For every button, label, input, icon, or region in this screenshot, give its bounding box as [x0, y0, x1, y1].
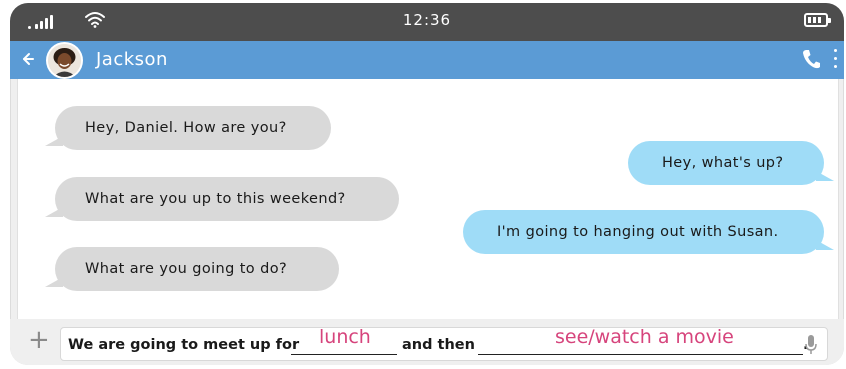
sentence-part-1: We are going to meet up for	[68, 337, 300, 353]
more-vertical-icon[interactable]	[834, 49, 838, 73]
chat-area: Hey, Daniel. How are you? Hey, what's up…	[17, 79, 839, 319]
answer-2: see/watch a movie	[555, 326, 734, 348]
sentence-part-2: and then	[402, 337, 475, 353]
battery-icon	[804, 13, 831, 27]
message-incoming: Hey, Daniel. How are you?	[45, 106, 331, 150]
answer-blank-2	[478, 354, 803, 355]
message-outgoing: Hey, what's up?	[628, 141, 834, 185]
avatar[interactable]	[48, 44, 81, 77]
message-input[interactable]: We are going to meet up for lunch and th…	[60, 326, 828, 361]
back-arrow-icon[interactable]	[21, 51, 35, 67]
message-incoming: What are you going to do?	[45, 247, 339, 291]
clock: 12:36	[402, 11, 452, 29]
composer-bar: + We are going to meet up for lunch and …	[10, 319, 844, 365]
answer-1: lunch	[319, 326, 371, 348]
message-incoming: What are you up to this weekend?	[45, 177, 399, 221]
status-bar: 12:36	[10, 3, 844, 41]
chat-header: Jackson	[10, 41, 844, 79]
plus-icon[interactable]: +	[28, 327, 50, 353]
microphone-icon[interactable]	[805, 334, 817, 356]
message-outgoing: I'm going to hanging out with Susan.	[463, 210, 834, 254]
phone-icon[interactable]	[802, 49, 820, 69]
answer-blank-1	[291, 354, 397, 355]
phone-frame: 12:36 Jackson Hey, Daniel. How are you? …	[10, 3, 844, 365]
contact-name: Jackson	[96, 49, 168, 70]
